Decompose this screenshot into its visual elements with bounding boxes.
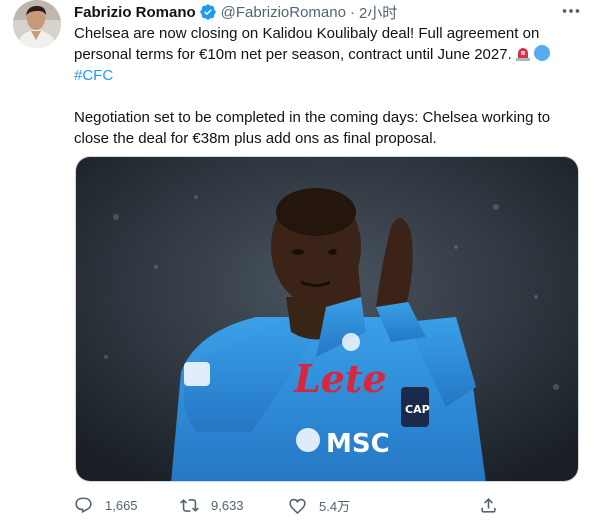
retweet-count: 9,633: [211, 497, 244, 513]
retweet-button[interactable]: 9,633: [180, 494, 244, 516]
tweet-time[interactable]: 2小时: [359, 2, 397, 23]
armband-text: CAP: [405, 403, 430, 416]
avatar-image: [13, 0, 61, 48]
jersey-sponsor-text: Lete: [293, 356, 387, 401]
retweet-icon: [180, 498, 199, 512]
share-icon: [481, 497, 496, 513]
player-photo: Lete MSC CAP: [76, 157, 578, 481]
blue-circle-emoji-icon: [533, 45, 550, 61]
reply-count: 1,665: [105, 497, 138, 513]
avatar[interactable]: [13, 0, 61, 48]
tweet-media-photo[interactable]: Lete MSC CAP: [75, 156, 579, 482]
author-name[interactable]: Fabrizio Romano: [74, 4, 196, 21]
tweet-text: Chelsea are now closing on Kalidou Kouli…: [74, 23, 579, 149]
author-handle[interactable]: @FabrizioRomano: [221, 4, 346, 21]
tweet-header: Fabrizio Romano @FabrizioRomano · 2小时: [74, 2, 582, 22]
hashtag-cfc[interactable]: #CFC: [74, 67, 113, 84]
more-icon[interactable]: [560, 0, 582, 22]
tweet-paragraph-2: Negotiation set to be completed in the c…: [74, 109, 551, 147]
tweet-line-1: Chelsea are now closing on Kalidou Kouli…: [74, 25, 540, 63]
verified-badge-icon: [199, 4, 216, 20]
reply-icon: [75, 497, 92, 513]
like-count: 5.4万: [319, 498, 351, 514]
tweet-actions: 1,665 9,633 5.4万: [74, 494, 514, 516]
like-button[interactable]: 5.4万: [288, 494, 350, 516]
jersey-logo-text: MSC: [326, 429, 390, 459]
tweet-paragraph-1: Chelsea are now closing on Kalidou Kouli…: [74, 23, 579, 86]
siren-emoji-icon: [515, 48, 530, 61]
share-button[interactable]: [479, 494, 510, 516]
like-icon: [289, 498, 306, 514]
separator-dot: ·: [349, 3, 355, 21]
reply-button[interactable]: 1,665: [74, 494, 138, 516]
